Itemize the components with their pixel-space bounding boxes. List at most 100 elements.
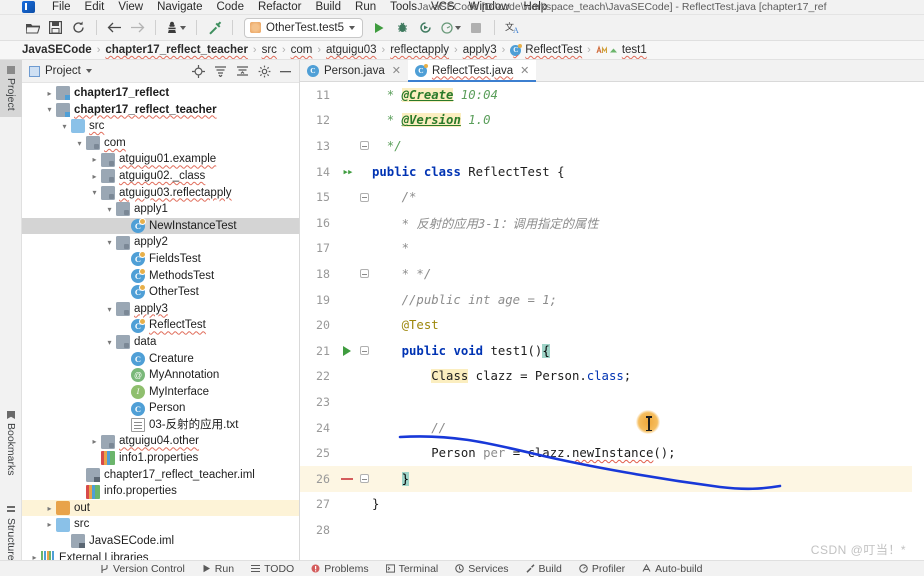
breadcrumb-item-src[interactable]: src [262, 44, 277, 56]
code-fold-expand-icon[interactable] [359, 269, 369, 279]
tree-node-info1-properties[interactable]: info1.properties [22, 450, 299, 467]
menu-item-edit[interactable]: Edit [78, 0, 112, 15]
code-editor[interactable]: 11 * @Create 10:04 12 * @Version 1.0 13 … [300, 82, 924, 560]
menu-item-vcs[interactable]: VCS [424, 0, 462, 15]
chevron-down-icon[interactable]: ▾ [88, 188, 101, 197]
stop-button[interactable] [466, 18, 487, 38]
code-fold-expand-icon[interactable] [359, 474, 369, 484]
tree-node-creature[interactable]: C Creature [22, 351, 299, 368]
menu-item-navigate[interactable]: Navigate [150, 0, 209, 15]
menu-item-view[interactable]: View [111, 0, 150, 15]
code-fold-expand-icon[interactable] [359, 141, 369, 151]
tree-node-atguigu01-example[interactable]: ▸ atguigu01.example [22, 151, 299, 168]
menu-item-refactor[interactable]: Refactor [251, 0, 308, 15]
tree-node-src[interactable]: ▸ src [22, 516, 299, 533]
translate-icon[interactable]: 文A [502, 18, 523, 38]
breadcrumb-item-apply3[interactable]: apply3 [463, 44, 497, 56]
chevron-right-icon[interactable]: ▸ [88, 437, 101, 446]
editor-tab-reflecttest-java[interactable]: C ReflectTest.java ✕ [407, 60, 537, 82]
collapse-all-icon[interactable] [234, 63, 251, 80]
tree-node-src[interactable]: ▾ src [22, 118, 299, 135]
tree-node-othertest[interactable]: C OtherTest [22, 284, 299, 301]
code-fold-collapse-icon[interactable] [359, 346, 369, 356]
breadcrumb-item-javasecode[interactable]: JavaSECode [22, 44, 92, 56]
tool-tab-project[interactable]: Project [0, 60, 22, 117]
tree-node-com[interactable]: ▾ com [22, 135, 299, 152]
expand-all-icon[interactable] [212, 63, 229, 80]
tree-node-chapter17_reflect_teacher[interactable]: ▾ chapter17_reflect_teacher [22, 102, 299, 119]
status-services[interactable]: Services [455, 563, 509, 575]
chevron-down-icon[interactable] [85, 69, 92, 73]
tree-node-person[interactable]: C Person [22, 400, 299, 417]
status-terminal[interactable]: Terminal [385, 563, 438, 575]
save-all-icon[interactable] [45, 18, 66, 38]
tree-node-apply2[interactable]: ▾ apply2 [22, 234, 299, 251]
chevron-right-icon[interactable]: ▸ [28, 553, 41, 560]
menu-item-build[interactable]: Build [308, 0, 348, 15]
breadcrumb-item-atguigu03[interactable]: atguigu03 [326, 44, 377, 56]
status-build[interactable]: Build [526, 563, 562, 575]
chevron-down-icon[interactable]: ▾ [103, 338, 116, 347]
run-configuration-selector[interactable]: OtherTest.test5 [244, 17, 363, 38]
breadcrumb-item-chapter17_reflect_teacher[interactable]: chapter17_reflect_teacher [105, 44, 248, 56]
breadcrumb-item-reflectapply[interactable]: reflectapply [390, 44, 449, 56]
status-run[interactable]: Run [202, 563, 234, 575]
chevron-down-icon[interactable]: ▾ [43, 105, 56, 114]
tree-node-reflecttest[interactable]: C ReflectTest [22, 317, 299, 334]
breadcrumb-item-reflecttest[interactable]: C ReflectTest [510, 43, 582, 56]
tree-node-atguigu04-other[interactable]: ▸ atguigu04.other [22, 433, 299, 450]
tool-tab-structure[interactable]: Structure [0, 500, 22, 567]
menu-item-window[interactable]: Window [462, 0, 517, 15]
chevron-down-icon[interactable]: ▾ [103, 205, 116, 214]
chevron-right-icon[interactable]: ▸ [43, 520, 56, 529]
close-icon[interactable]: ✕ [392, 64, 401, 77]
forward-icon[interactable] [127, 18, 148, 38]
status-profiler[interactable]: Profiler [579, 563, 625, 575]
tree-node-chapter17_reflect[interactable]: ▸ chapter17_reflect [22, 85, 299, 102]
run-button[interactable] [369, 18, 390, 38]
status-problems[interactable]: Problems [311, 563, 369, 575]
chevron-down-icon[interactable]: ▾ [58, 122, 71, 131]
tree-node-javasecode-iml[interactable]: JavaSECode.iml [22, 533, 299, 550]
chevron-down-icon[interactable]: ▾ [103, 238, 116, 247]
profile-chess-icon[interactable] [163, 18, 189, 38]
open-folder-icon[interactable] [22, 18, 43, 38]
chevron-right-icon[interactable]: ▸ [88, 172, 101, 181]
chevron-down-icon[interactable]: ▾ [103, 305, 116, 314]
tree-node-myinterface[interactable]: I MyInterface [22, 384, 299, 401]
breadcrumb-item-test1[interactable]: test1 [596, 44, 647, 56]
tree-node-chapter17_reflect_teacher-iml[interactable]: chapter17_reflect_teacher.iml [22, 467, 299, 484]
breadcrumb-item-com[interactable]: com [291, 44, 313, 56]
chevron-right-icon[interactable]: ▸ [88, 155, 101, 164]
tree-node-atguigu02-_class[interactable]: ▸ atguigu02._class [22, 168, 299, 185]
tree-node-apply3[interactable]: ▾ apply3 [22, 301, 299, 318]
tool-tab-bookmarks[interactable]: Bookmarks [0, 405, 22, 482]
menu-item-tools[interactable]: Tools [383, 0, 424, 15]
chevron-right-icon[interactable]: ▸ [43, 504, 56, 513]
tree-node-apply1[interactable]: ▾ apply1 [22, 201, 299, 218]
back-icon[interactable] [104, 18, 125, 38]
tree-node-atguigu03-reflectapply[interactable]: ▾ atguigu03.reflectapply [22, 185, 299, 202]
status-version-control[interactable]: Version Control [100, 563, 185, 575]
tree-node-info-properties[interactable]: info.properties [22, 483, 299, 500]
menu-item-file[interactable]: File [45, 0, 78, 15]
tree-node-fieldstest[interactable]: C FieldsTest [22, 251, 299, 268]
close-icon[interactable]: ✕ [520, 64, 529, 77]
menu-item-code[interactable]: Code [209, 0, 251, 15]
tree-node-newinstancetest[interactable]: C NewInstanceTest [22, 217, 299, 235]
status-auto-build[interactable]: Auto-build [642, 563, 702, 575]
editor-tab-person-java[interactable]: C Person.java ✕ [300, 60, 408, 81]
tree-node-methodstest[interactable]: C MethodsTest [22, 267, 299, 285]
debug-button[interactable] [392, 18, 413, 38]
run-with-coverage-button[interactable] [415, 18, 436, 38]
code-fold-collapse-icon[interactable] [359, 192, 369, 202]
chevron-down-icon[interactable]: ▾ [73, 139, 86, 148]
profile-run-button[interactable] [438, 18, 464, 38]
tree-node-external-libraries[interactable]: ▸ External Libraries [22, 550, 299, 560]
build-hammer-icon[interactable] [204, 18, 225, 38]
tree-node-data[interactable]: ▾ data [22, 334, 299, 351]
tree-node-03-反射的应用-txt[interactable]: 03-反射的应用.txt [22, 417, 299, 434]
menu-item-run[interactable]: Run [348, 0, 383, 15]
menu-item-help[interactable]: Help [517, 0, 555, 15]
run-method-gutter-icon[interactable] [343, 345, 351, 356]
